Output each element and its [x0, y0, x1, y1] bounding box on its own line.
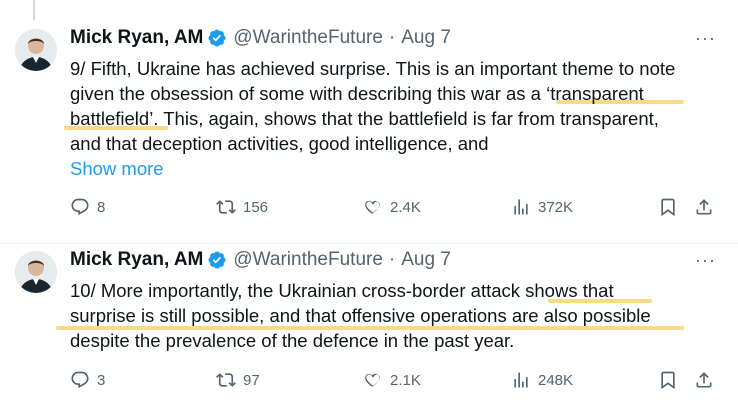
tweet-text: 10/ More importantly, the Ukrainian cros… [70, 278, 720, 353]
bookmark-button[interactable] [658, 370, 678, 390]
views-count: 248K [538, 371, 574, 389]
tweet-text-line: battlefield’. This, again, shows that th… [70, 108, 659, 129]
repost-icon [216, 373, 236, 387]
like-button[interactable]: 2.1K [363, 370, 421, 390]
tweet[interactable]: Mick Ryan, AM @WarintheFuture · Aug 7 ··… [0, 243, 738, 390]
views-button[interactable]: 248K [511, 370, 573, 390]
tweet-text-line: 9/ Fifth, Ukraine has achieved surprise.… [70, 58, 676, 79]
repost-button[interactable]: 156 [216, 197, 268, 217]
views-button[interactable]: 372K [511, 197, 573, 217]
like-count: 2.1K [390, 371, 421, 389]
author-name[interactable]: Mick Ryan, AM [70, 249, 203, 271]
separator-dot: · [388, 249, 396, 270]
tweet-date[interactable]: Aug 7 [401, 249, 451, 271]
verified-badge-icon [207, 28, 227, 48]
more-icon[interactable]: ··· [695, 28, 716, 49]
tweet-header: Mick Ryan, AM @WarintheFuture · Aug 7 [70, 26, 451, 50]
share-icon [696, 199, 712, 215]
avatar[interactable] [15, 251, 57, 293]
reply-button[interactable]: 3 [70, 370, 105, 390]
reply-button[interactable]: 8 [70, 197, 105, 217]
bookmark-button[interactable] [658, 197, 678, 217]
tweet-text-line: 10/ More importantly, the Ukrainian cros… [70, 280, 614, 301]
views-icon [514, 372, 528, 388]
author-handle[interactable]: @WarintheFuture [233, 249, 383, 271]
reply-icon [71, 371, 89, 389]
tweet-actions: 3 97 2.1K 248K [0, 370, 738, 394]
author-handle[interactable]: @WarintheFuture [233, 27, 383, 49]
bookmark-icon [661, 371, 675, 390]
like-icon [365, 373, 380, 388]
author-name[interactable]: Mick Ryan, AM [70, 27, 203, 49]
reply-icon [71, 198, 89, 216]
like-count: 2.4K [390, 198, 421, 216]
share-button[interactable] [694, 197, 714, 217]
share-icon [696, 372, 712, 388]
repost-icon [216, 200, 236, 214]
avatar[interactable] [15, 29, 57, 71]
bookmark-icon [661, 198, 675, 217]
tweet-text-line: despite the prevalence of the defence in… [70, 330, 515, 351]
tweet-text: 9/ Fifth, Ukraine has achieved surprise.… [70, 56, 720, 156]
like-button[interactable]: 2.4K [363, 197, 421, 217]
share-button[interactable] [694, 370, 714, 390]
more-icon[interactable]: ··· [695, 250, 716, 271]
tweet-date[interactable]: Aug 7 [401, 27, 451, 49]
reply-count: 8 [97, 198, 106, 216]
tweet-header: Mick Ryan, AM @WarintheFuture · Aug 7 [70, 248, 451, 272]
tweet-text-line: given the obsession of some with describ… [70, 83, 644, 104]
tweet-text-line: surprise is still possible, and that off… [70, 305, 651, 326]
views-icon [514, 199, 528, 215]
like-icon [365, 200, 380, 215]
verified-badge-icon [207, 250, 227, 270]
repost-count: 97 [243, 371, 260, 389]
thread-connector-line [33, 0, 35, 20]
repost-button[interactable]: 97 [216, 370, 260, 390]
tweet-actions: 8 156 2.4K 372K [0, 197, 738, 221]
show-more-link[interactable]: Show more [70, 158, 164, 180]
repost-count: 156 [243, 198, 269, 216]
tweet-text-line: and that deception activities, good inte… [70, 133, 489, 154]
views-count: 372K [538, 198, 574, 216]
separator-dot: · [388, 27, 396, 48]
reply-count: 3 [97, 371, 106, 389]
